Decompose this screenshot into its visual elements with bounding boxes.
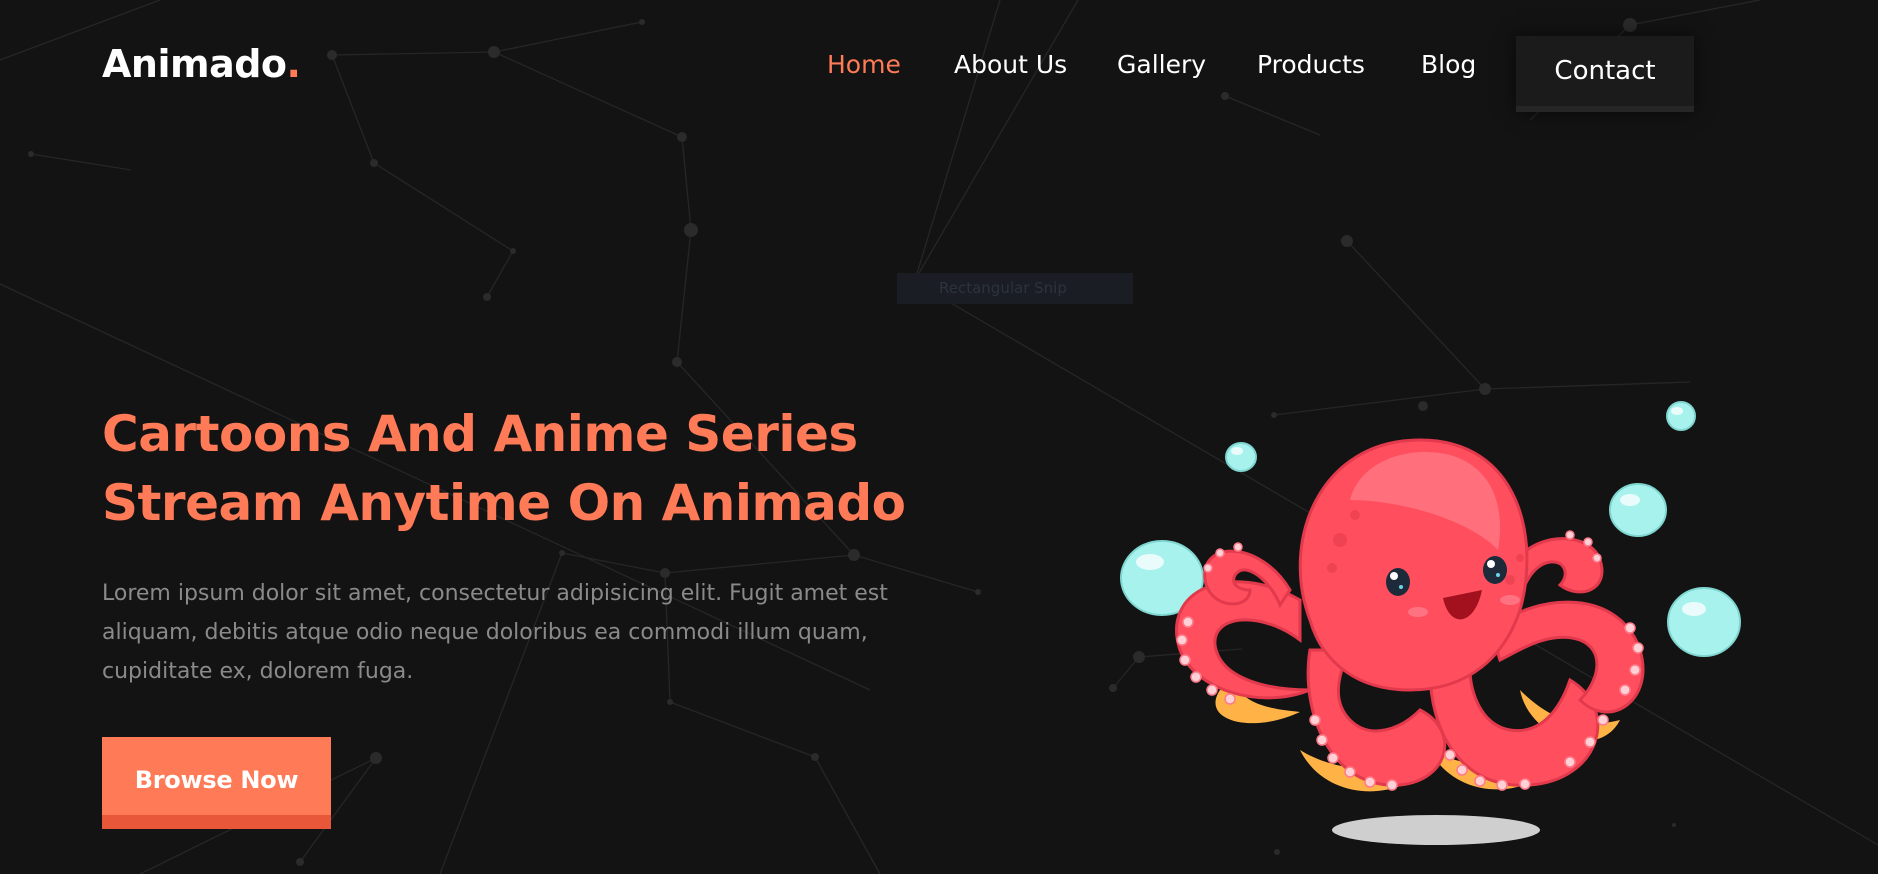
nav-item-blog[interactable]: Blog [1421, 50, 1476, 79]
browse-now-button[interactable]: Browse Now [102, 737, 331, 829]
landing-page: Animado. Home About Us Gallery Products … [0, 0, 1878, 874]
contact-button[interactable]: Contact [1516, 36, 1694, 112]
nav-item-gallery[interactable]: Gallery [1117, 50, 1206, 79]
nav-item-about-us[interactable]: About Us [954, 50, 1067, 79]
shadow-ellipse [1332, 815, 1540, 845]
brand-logo[interactable]: Animado. [102, 42, 301, 86]
hero-description: Lorem ipsum dolor sit amet, consectetur … [102, 581, 888, 684]
hero-title-line-2: Stream Anytime On Animado [102, 474, 906, 532]
hero-title-line-1: Cartoons And Anime Series [102, 405, 858, 463]
brand-name: Animado [102, 42, 287, 86]
nav-item-home[interactable]: Home [827, 50, 901, 79]
rectangular-snip-label: Rectangular Snip [897, 273, 1133, 304]
hero-title: Cartoons And Anime Series Stream Anytime… [102, 400, 962, 538]
octopus-illustration-icon [1120, 401, 1741, 845]
brand-dot: . [286, 42, 301, 86]
nav-item-products[interactable]: Products [1257, 50, 1365, 79]
